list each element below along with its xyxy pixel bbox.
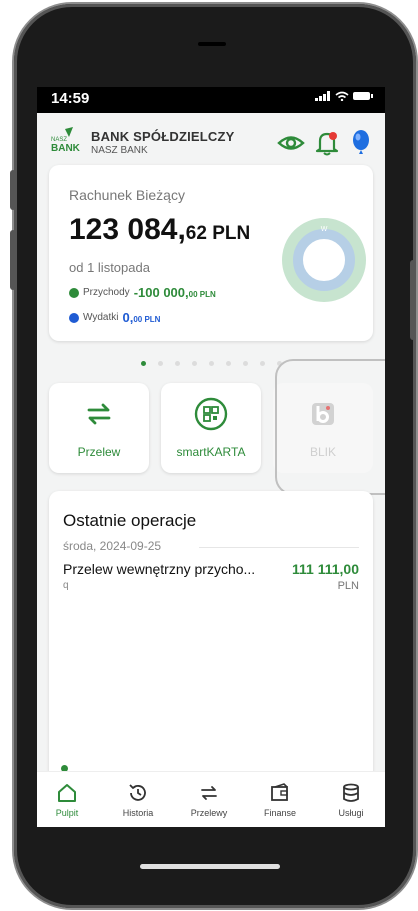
speaker (198, 42, 226, 46)
expense-row: Wydatki 0,00 PLN (69, 310, 160, 325)
side-button (10, 230, 16, 290)
income-dot (69, 287, 79, 298)
svg-text:W: W (321, 226, 328, 233)
expense-dot (69, 312, 79, 323)
tab-finanse[interactable]: Finanse (250, 782, 310, 818)
pager-dot[interactable] (174, 361, 180, 366)
history-icon (129, 784, 146, 801)
side-button (10, 170, 16, 210)
pager-dot[interactable] (157, 361, 163, 366)
pager-dot[interactable] (259, 361, 265, 366)
account-name: Rachunek Bieżący (69, 187, 185, 203)
operation-name: Przelew wewnętrzny przycho... (63, 561, 256, 577)
status-icons (315, 91, 373, 101)
signal-icon (315, 91, 330, 101)
blik-highlight-frame (275, 359, 385, 495)
tab-historia[interactable]: Historia (108, 782, 168, 818)
bell-icon[interactable] (313, 129, 341, 157)
pager-dot[interactable] (191, 361, 197, 366)
tile-smartkarta[interactable]: smartKARTA (161, 383, 261, 473)
tile-label: smartKARTA (176, 445, 246, 459)
pager-dot[interactable] (140, 361, 146, 366)
bank-subtitle: NASZ BANK (91, 145, 148, 156)
tab-przelewy[interactable]: Przelewy (179, 782, 239, 818)
operation-subtitle: q (63, 580, 69, 591)
wallet-icon (271, 783, 288, 801)
pager-dot[interactable] (225, 361, 231, 366)
wifi-icon (335, 91, 349, 101)
bank-name: BANK SPÓŁDZIELCZY (91, 129, 235, 144)
status-bar: 14:59 (37, 87, 385, 113)
tab-pulpit[interactable]: Pulpit (37, 782, 97, 818)
tile-transfer[interactable]: Przelew (49, 383, 149, 473)
income-expense-donut: W (282, 218, 366, 302)
battery-icon (353, 92, 373, 100)
period-label: od 1 listopada (69, 260, 150, 275)
operations-date: środa, 2024-09-25 (63, 539, 162, 553)
income-value: -100 000,00 PLN (133, 285, 216, 300)
account-balance: 123 084,62 PLN (69, 213, 251, 246)
power-button (410, 260, 416, 340)
home-indicator[interactable] (140, 864, 280, 869)
svg-text:BANK: BANK (51, 143, 81, 153)
divider (199, 547, 359, 548)
operation-amount: 111 111,00 (292, 561, 359, 577)
qr-card-icon (194, 397, 228, 431)
transfer-icon (201, 786, 217, 800)
status-time: 14:59 (51, 90, 90, 107)
income-row: Przychody -100 000,00 PLN (69, 285, 216, 300)
eye-icon[interactable] (277, 129, 305, 157)
transfer-icon (87, 403, 111, 425)
bank-logo: NASZ BANK (51, 127, 83, 154)
balloon-icon[interactable] (347, 129, 375, 157)
home-icon (58, 784, 76, 802)
tile-label: Przelew (77, 445, 121, 459)
operations-title: Ostatnie operacje (63, 511, 197, 530)
bottom-navigation: Pulpit Historia Przelewy Finanse Usługi (37, 771, 385, 827)
app-screen: 14:59 NASZ BANK BANK SPÓŁDZIELCZY NASZ B… (37, 87, 385, 827)
operation-currency: PLN (337, 580, 359, 592)
database-icon (343, 783, 359, 802)
expense-value: 0,00 PLN (122, 310, 161, 325)
tab-uslugi[interactable]: Usługi (321, 782, 381, 818)
account-card[interactable]: Rachunek Bieżący 123 084,62 PLN od 1 lis… (49, 165, 373, 341)
recent-operations: Ostatnie operacje środa, 2024-09-25 Prze… (49, 491, 373, 781)
pager-dot[interactable] (242, 361, 248, 366)
pager-dot[interactable] (208, 361, 214, 366)
